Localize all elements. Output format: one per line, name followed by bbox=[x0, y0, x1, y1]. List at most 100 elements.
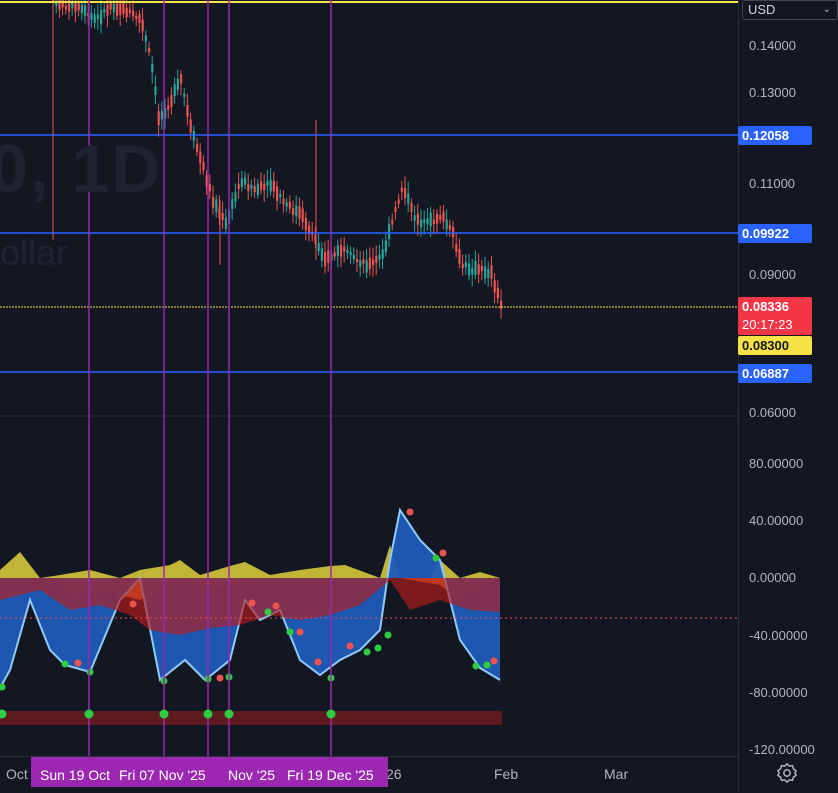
candle-body bbox=[426, 218, 429, 225]
time-label: Mar bbox=[604, 766, 629, 782]
candle-body bbox=[173, 84, 176, 96]
candle-body bbox=[119, 3, 122, 15]
chart-canvas[interactable] bbox=[0, 0, 738, 756]
currency-selector[interactable]: USD ⌄ bbox=[742, 0, 838, 20]
signal-bar bbox=[0, 711, 502, 725]
signal-dot bbox=[224, 709, 234, 719]
candle-body bbox=[202, 162, 205, 171]
candle-body bbox=[90, 13, 93, 21]
candle-body bbox=[64, 5, 67, 10]
candle-body bbox=[256, 183, 259, 195]
candle-body bbox=[407, 193, 410, 204]
level-badge-yellow[interactable]: 0.08300 bbox=[738, 336, 812, 355]
candle-body bbox=[250, 184, 253, 189]
price-tick: 0.14000 bbox=[749, 38, 796, 53]
osc-marker bbox=[74, 659, 82, 667]
candle-body bbox=[266, 180, 269, 186]
osc-marker bbox=[286, 628, 294, 636]
candle-body bbox=[397, 199, 400, 204]
candle-body bbox=[490, 265, 493, 279]
osc-tick: 80.00000 bbox=[749, 456, 804, 471]
candle-body bbox=[461, 263, 464, 269]
signal-dot bbox=[203, 709, 213, 719]
candle-body bbox=[77, 3, 80, 11]
level-badge-blue[interactable]: 0.09922 bbox=[738, 224, 812, 243]
candle-body bbox=[167, 105, 170, 110]
symbol-watermark: 0, 1D bbox=[0, 131, 163, 207]
candle-body bbox=[148, 48, 151, 53]
level-badge-blue[interactable]: 0.12058 bbox=[738, 126, 812, 145]
osc-marker bbox=[346, 642, 354, 650]
osc-marker bbox=[439, 549, 447, 557]
osc-marker bbox=[264, 608, 272, 616]
candle-body bbox=[282, 198, 285, 205]
candle-body bbox=[410, 203, 413, 212]
osc-marker bbox=[374, 644, 382, 652]
candle-body bbox=[180, 74, 183, 84]
candle-body bbox=[103, 9, 106, 13]
candle-body bbox=[285, 202, 288, 207]
candle-body bbox=[400, 187, 403, 192]
candle-body bbox=[301, 208, 304, 223]
candle-body bbox=[221, 212, 224, 220]
time-axis[interactable]: Oct 26 Feb Mar Sun 19 Oct Fri 07 Nov '25… bbox=[0, 756, 738, 793]
candle-body bbox=[186, 104, 189, 117]
candle-body bbox=[292, 208, 295, 215]
candle-body bbox=[480, 266, 483, 272]
candle-body bbox=[151, 64, 154, 73]
candle-body bbox=[368, 257, 371, 269]
candle-body bbox=[423, 219, 426, 223]
candle-body bbox=[388, 224, 391, 240]
candle-body bbox=[160, 111, 163, 120]
price-axis[interactable]: 0.14000 0.13000 0.11000 0.09000 0.06000 … bbox=[738, 0, 838, 792]
candle-body bbox=[100, 10, 103, 25]
price-tick: 0.13000 bbox=[749, 85, 796, 100]
time-label: Feb bbox=[494, 766, 519, 782]
osc-marker bbox=[472, 662, 480, 670]
level-badge-blue[interactable]: 0.06887 bbox=[738, 364, 812, 383]
candle-body bbox=[356, 259, 359, 263]
gear-icon[interactable] bbox=[776, 762, 798, 784]
candle-body bbox=[413, 215, 416, 221]
chevron-down-icon: ⌄ bbox=[822, 4, 831, 15]
candle-body bbox=[215, 199, 218, 212]
candle-body bbox=[176, 78, 179, 90]
candle-body bbox=[336, 245, 339, 256]
candle-body bbox=[234, 192, 237, 202]
candle-body bbox=[436, 214, 439, 224]
candle-body bbox=[231, 199, 234, 210]
candle-body bbox=[484, 266, 487, 279]
time-label: 26 bbox=[386, 766, 402, 782]
osc-marker bbox=[0, 683, 6, 691]
candle-body bbox=[359, 260, 362, 268]
last-price-badge[interactable]: 0.08336 20:17:23 bbox=[738, 297, 812, 335]
candle-body bbox=[157, 111, 160, 126]
candle-body bbox=[96, 14, 99, 20]
candle-body bbox=[189, 119, 192, 133]
candle-body bbox=[333, 252, 336, 257]
candle-body bbox=[224, 217, 227, 230]
candle-body bbox=[80, 4, 83, 14]
price-tick: 0.11000 bbox=[749, 176, 796, 191]
price-tick: 0.06000 bbox=[749, 405, 796, 420]
candle-body bbox=[84, 5, 87, 16]
candle-body bbox=[394, 207, 397, 212]
candle-body bbox=[144, 35, 147, 42]
signal-dot bbox=[159, 709, 169, 719]
candle-body bbox=[244, 177, 247, 185]
candle-body bbox=[378, 254, 381, 260]
osc-marker bbox=[61, 660, 69, 668]
candle-body bbox=[276, 186, 279, 201]
osc-marker bbox=[314, 658, 322, 666]
candle-body bbox=[128, 9, 131, 14]
osc-marker bbox=[363, 648, 371, 656]
candle-body bbox=[263, 183, 266, 191]
osc-marker bbox=[248, 599, 256, 607]
vline-date-label: Nov '25 bbox=[228, 767, 276, 783]
candle-body bbox=[432, 219, 435, 225]
candle-body bbox=[381, 249, 384, 259]
osc-marker bbox=[86, 668, 94, 676]
price-tick: 0.09000 bbox=[749, 267, 796, 282]
currency-label: USD bbox=[748, 2, 776, 17]
candle-body bbox=[208, 184, 211, 192]
